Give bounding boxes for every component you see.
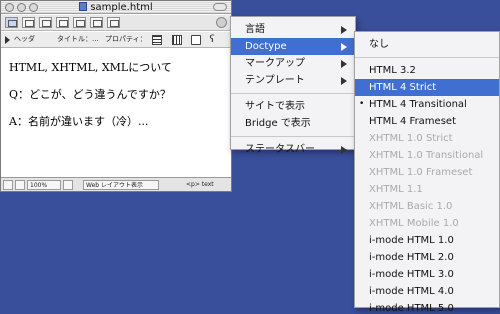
html-file-icon <box>79 2 88 11</box>
menu-item-language[interactable]: 言語 <box>231 21 355 38</box>
menu-item-label: サイトで表示 <box>245 101 305 112</box>
title-bar[interactable]: sample.html <box>1 1 231 14</box>
doctype-xhtml-1-0-transitional: XHTML 1.0 Transitional <box>355 147 499 164</box>
submenu-arrow-icon <box>341 43 347 51</box>
doctype-label: XHTML 1.0 Frameset <box>369 167 473 178</box>
submenu-arrow-icon <box>341 77 347 85</box>
window-title-container: sample.html <box>1 1 231 14</box>
doctype-xhtml-1-0-strict: XHTML 1.0 Strict <box>355 130 499 147</box>
doctype-label: HTML 4 Frameset <box>369 116 456 127</box>
doctype-label: HTML 4 Transitional <box>369 99 467 110</box>
doctype-label: i-mode HTML 5.0 <box>369 303 454 314</box>
menu-separator <box>231 136 355 137</box>
doctype-html-4-strict[interactable]: HTML 4 Strict <box>355 79 499 96</box>
menu-separator <box>231 93 355 94</box>
split-view-icon[interactable] <box>22 17 35 28</box>
document-window: sample.html ヘッダ タイトル：... プロパティ： ʕ HTML, … <box>0 0 232 192</box>
doctype-xhtml-basic-1-0: XHTML Basic 1.0 <box>355 198 499 215</box>
menu-item-label: Doctype <box>245 41 287 52</box>
content-line-1: HTML, XHTML, XMLについて <box>9 61 172 74</box>
head-toolbar: ヘッダ タイトル：... プロパティ： ʕ <box>1 32 231 48</box>
content-line-2: Q：どこが、どう違うんですか？ <box>9 88 171 101</box>
doctype-none[interactable]: なし <box>355 36 499 53</box>
doctype-imode-html-4-0[interactable]: i-mode HTML 4.0 <box>355 283 499 300</box>
doctype-label: XHTML Mobile 1.0 <box>369 218 459 229</box>
doctype-label: i-mode HTML 1.0 <box>369 235 454 246</box>
layout-view-icon[interactable] <box>5 17 18 28</box>
zoom-select[interactable]: 100% <box>27 180 61 190</box>
toolbar-toggle-button[interactable] <box>213 3 227 11</box>
doctype-label: XHTML 1.0 Strict <box>369 133 453 144</box>
doctype-imode-html-5-0[interactable]: i-mode HTML 5.0 <box>355 300 499 314</box>
doctype-label: i-mode HTML 3.0 <box>369 269 454 280</box>
page-properties-icon[interactable] <box>152 35 162 45</box>
submenu-arrow-icon <box>341 146 347 154</box>
submenu-arrow-icon <box>341 26 347 34</box>
menu-item-label: テンプレート <box>245 75 305 86</box>
doctype-html-4-frameset[interactable]: HTML 4 Frameset <box>355 113 499 130</box>
text-view-icon[interactable] <box>39 17 52 28</box>
menu-item-label: Bridge で表示 <box>245 118 311 129</box>
doctype-imode-html-3-0[interactable]: i-mode HTML 3.0 <box>355 266 499 283</box>
tag-path[interactable]: <p> text <box>186 181 214 189</box>
disclosure-triangle-icon[interactable] <box>5 36 10 44</box>
doctype-label: XHTML 1.0 Transitional <box>369 150 484 161</box>
format-menu: 言語 Doctype マークアップ テンプレート サイトで表示 Bridge で… <box>230 16 356 155</box>
more-icon[interactable] <box>219 35 229 45</box>
palette-toggle-icon[interactable] <box>216 17 227 28</box>
doctype-imode-html-1-0[interactable]: i-mode HTML 1.0 <box>355 232 499 249</box>
doctype-html-4-transitional[interactable]: • HTML 4 Transitional <box>355 96 499 113</box>
meta-icon[interactable] <box>172 35 182 45</box>
doctype-xhtml-mobile-1-0: XHTML Mobile 1.0 <box>355 215 499 232</box>
doctype-imode-html-2-0[interactable]: i-mode HTML 2.0 <box>355 249 499 266</box>
doctype-label: HTML 3.2 <box>369 65 416 76</box>
doctype-submenu: なし HTML 3.2 HTML 4 Strict • HTML 4 Transi… <box>354 31 500 314</box>
status-bar: 100% Web レイアウト表示 <p> text <box>1 177 231 191</box>
header-label: ヘッダ <box>14 35 35 43</box>
property-label[interactable]: プロパティ： <box>105 35 147 44</box>
doctype-label: XHTML 1.1 <box>369 184 423 195</box>
doctype-label: HTML 4 Strict <box>369 82 437 93</box>
menu-separator <box>355 57 499 58</box>
menu-item-view-in-bridge[interactable]: Bridge で表示 <box>231 115 355 132</box>
doctype-label: XHTML Basic 1.0 <box>369 201 453 212</box>
source-view-icon[interactable] <box>56 17 69 28</box>
doctype-xhtml-1-1: XHTML 1.1 <box>355 181 499 198</box>
title-label[interactable]: タイトル：... <box>57 35 99 44</box>
view-mode-select[interactable]: Web レイアウト表示 <box>83 180 159 190</box>
checkmark-icon: • <box>359 99 365 109</box>
menu-item-markup[interactable]: マークアップ <box>231 55 355 72</box>
doctype-xhtml-1-0-frameset: XHTML 1.0 Frameset <box>355 164 499 181</box>
doctype-label: i-mode HTML 2.0 <box>369 252 454 263</box>
frames-view-icon[interactable] <box>90 17 103 28</box>
menu-item-label: ステータスバー <box>245 144 315 155</box>
outline-view-icon[interactable] <box>107 17 120 28</box>
preview-view-icon[interactable] <box>73 17 86 28</box>
menu-item-template[interactable]: テンプレート <box>231 72 355 89</box>
document-content[interactable]: HTML, XHTML, XMLについて Q：どこが、どう違うんですか？ A：名… <box>1 49 231 179</box>
view-mode-bar <box>1 15 231 31</box>
doctype-label: i-mode HTML 4.0 <box>369 286 454 297</box>
split-control-icon[interactable] <box>3 180 13 190</box>
menu-item-label: 言語 <box>245 24 265 35</box>
window-title: sample.html <box>90 2 153 13</box>
zoom-in-icon[interactable] <box>63 180 73 190</box>
menu-item-status-bar[interactable]: ステータスバー <box>231 141 355 158</box>
script-icon[interactable] <box>191 35 201 45</box>
submenu-arrow-icon <box>341 60 347 68</box>
menu-item-label: マークアップ <box>245 58 305 69</box>
zoom-out-icon[interactable] <box>15 180 25 190</box>
menu-item-doctype[interactable]: Doctype <box>231 38 355 55</box>
menu-item-view-in-site[interactable]: サイトで表示 <box>231 98 355 115</box>
doctype-html-3-2[interactable]: HTML 3.2 <box>355 62 499 79</box>
doctype-label: なし <box>369 39 389 50</box>
content-line-3: A：名前が違います（冷）... <box>9 115 149 128</box>
style-icon[interactable]: ʕ <box>207 35 217 45</box>
